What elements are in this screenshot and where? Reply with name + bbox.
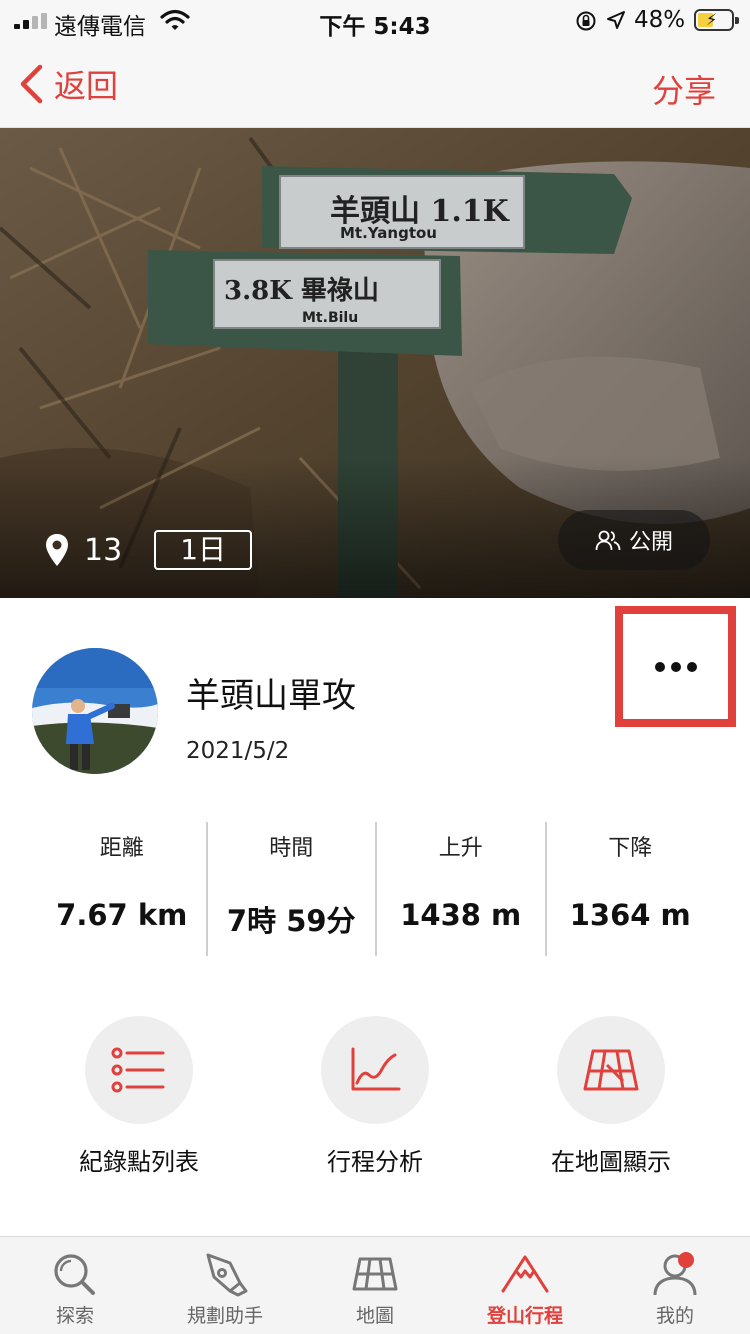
action-circle [321,1016,429,1124]
share-button[interactable]: 分享 [652,66,716,112]
list-icon [111,1047,165,1093]
visibility-label: 公開 [628,530,673,555]
avatar[interactable] [32,648,158,774]
action-row: 紀錄點列表 行程分析 在地圖顯示 [0,1016,750,1176]
cover-photo[interactable]: 羊頭山 1.1K Mt.Yangtou 3.8K 畢祿山 Mt.Bilu 13 … [0,128,750,598]
action-label: 行程分析 [327,1148,423,1176]
tab-label: 規劃助手 [186,1305,263,1327]
stat-value: 7.67 km [56,898,188,932]
tab-label: 登山行程 [486,1305,563,1327]
waypoint-list-button[interactable]: 紀錄點列表 [34,1016,244,1177]
avatar-photo [32,648,158,774]
trip-stats: 距離 7.67 km 時間 7時 59分 上升 1438 m 下降 1364 m [38,822,714,956]
tab-explore[interactable]: 探索 [0,1237,150,1334]
tab-bar: 探索 規劃助手 地圖 登山行程 我的 [0,1236,750,1334]
battery-charging-icon: ⚡ [694,9,739,31]
trip-date: 2021/5/2 [186,738,290,764]
location-arrow-icon [607,11,625,29]
chevron-left-icon [20,64,43,104]
people-icon [595,530,621,551]
navigation-bar: 返回 分享 [0,40,750,128]
location-pin-icon [46,534,68,566]
action-circle [557,1016,665,1124]
stat-label: 時間 [269,836,314,861]
more-dot [686,661,697,672]
pen-nib-icon [206,1253,248,1297]
trip-analysis-button[interactable]: 行程分析 [270,1016,480,1177]
notification-badge [678,1252,694,1268]
tab-map[interactable]: 地圖 [300,1237,450,1334]
orientation-lock-icon [576,11,596,31]
trip-title: 羊頭山單攻 [186,676,356,716]
action-circle [85,1016,193,1124]
stat-duration: 時間 7時 59分 [205,822,376,956]
stat-value: 1364 m [569,898,691,932]
stat-label: 上升 [438,836,483,861]
stat-value: 1438 m [400,898,522,932]
status-bar: 遠傳電信 下午 5:43 48% ⚡ [0,0,750,40]
action-label: 在地圖顯示 [551,1148,671,1176]
back-button[interactable]: 返回 [18,62,118,106]
stat-label: 下降 [608,836,653,861]
map-icon [352,1257,398,1291]
show-on-map-button[interactable]: 在地圖顯示 [506,1016,716,1177]
action-label: 紀錄點列表 [79,1148,199,1176]
tab-profile[interactable]: 我的 [600,1237,750,1334]
mountain-icon [501,1255,549,1293]
tab-label: 地圖 [355,1305,394,1327]
sign-bottom-subtext: Mt.Bilu [302,310,359,326]
sign-bottom-text: 3.8K 畢祿山 [224,276,379,306]
tab-label: 我的 [655,1305,694,1327]
battery-percent: 48% [634,7,686,33]
stat-value: 7時 59分 [226,904,356,938]
more-dot [654,661,665,672]
stat-distance: 距離 7.67 km [38,822,206,956]
stat-label: 距離 [99,836,144,861]
line-chart-icon [351,1047,401,1091]
sign-top-subtext: Mt.Yangtou [340,224,437,242]
visibility-button[interactable]: 公開 [558,510,710,570]
back-label: 返回 [54,67,119,105]
tab-hiking-trips[interactable]: 登山行程 [450,1237,600,1334]
more-dot [670,661,681,672]
trip-meta: 13 1日 [44,530,253,570]
tab-label: 探索 [55,1305,94,1327]
more-options-button[interactable] [615,606,736,727]
days-badge: 1日 [154,530,253,570]
tab-planner[interactable]: 規劃助手 [150,1237,300,1334]
stat-ascent: 上升 1438 m [375,822,545,956]
stat-descent: 下降 1364 m [544,822,715,956]
map-icon [583,1049,639,1091]
search-icon [54,1254,95,1295]
waypoint-count: 13 [84,532,123,568]
